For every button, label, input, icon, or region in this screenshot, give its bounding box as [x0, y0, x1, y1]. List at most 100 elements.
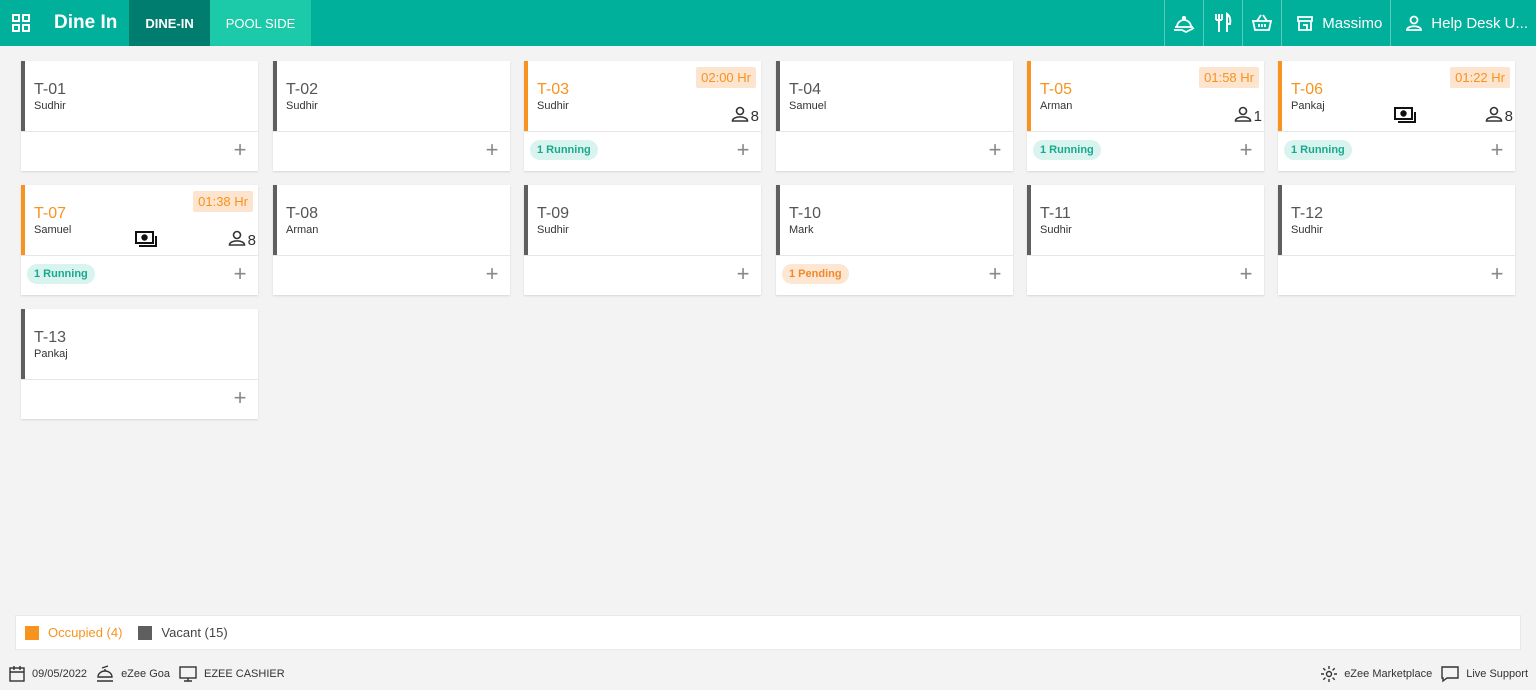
date-label: 09/05/2022: [32, 668, 88, 680]
legend-vacant-label: Vacant (15): [161, 625, 228, 640]
table-card-t06[interactable]: T-06 Pankaj 01:22 Hr 8 1 Running +: [1278, 61, 1515, 171]
waiter-name: Mark: [789, 224, 814, 236]
user-menu[interactable]: Help Desk U...: [1390, 0, 1536, 46]
table-name: T-07: [34, 205, 67, 222]
cutlery-button[interactable]: [1203, 0, 1242, 46]
table-status-bar: [776, 185, 780, 255]
user-icon: [1485, 106, 1505, 126]
table-status-bar: [273, 185, 277, 255]
table-status-bar: [21, 309, 25, 379]
card-divider: [524, 255, 761, 256]
waiter-name: Sudhir: [537, 100, 569, 112]
table-status-bar: [524, 61, 528, 131]
live-support-link[interactable]: Live Support: [1440, 665, 1528, 683]
card-divider: [1027, 255, 1264, 256]
add-order-button[interactable]: +: [987, 263, 1003, 285]
table-name: T-02: [286, 81, 319, 98]
table-status-bar: [776, 61, 780, 131]
order-status-badge[interactable]: 1 Running: [1033, 140, 1101, 160]
marketplace-label: eZee Marketplace: [1344, 668, 1433, 680]
basket-button[interactable]: [1242, 0, 1281, 46]
legend-vacant[interactable]: Vacant (15): [138, 625, 228, 640]
user-icon: [1406, 15, 1423, 31]
table-card-t04[interactable]: T-04 Samuel +: [776, 61, 1013, 171]
add-order-button[interactable]: +: [735, 139, 751, 161]
footer-date: 09/05/2022: [8, 665, 87, 683]
occupancy-timer: 01:22 Hr: [1450, 67, 1510, 88]
table-card-t11[interactable]: T-11 Sudhir +: [1027, 185, 1264, 295]
order-status-badge[interactable]: 1 Running: [530, 140, 598, 160]
table-status-bar: [21, 185, 25, 255]
table-card-t02[interactable]: T-02 Sudhir +: [273, 61, 510, 171]
add-order-button[interactable]: +: [232, 139, 248, 161]
table-name: T-12: [1291, 205, 1324, 222]
tab-dine-in[interactable]: DINE-IN: [129, 0, 210, 46]
guest-count-value: 1: [1253, 107, 1262, 125]
table-name: T-03: [537, 81, 570, 98]
add-order-button[interactable]: +: [232, 387, 248, 409]
table-card-t08[interactable]: T-08 Arman +: [273, 185, 510, 295]
outlet-selector[interactable]: Massimo: [1281, 0, 1390, 46]
grid-menu-icon[interactable]: [0, 0, 42, 46]
guest-count: 1: [1234, 106, 1262, 126]
waiter-name: Samuel: [789, 100, 827, 112]
order-status-badge[interactable]: 1 Running: [1284, 140, 1352, 160]
table-card-t12[interactable]: T-12 Sudhir +: [1278, 185, 1515, 295]
footer-property: eZee Goa: [95, 665, 170, 683]
user-name: Help Desk U...: [1431, 14, 1528, 32]
table-status-bar: [1278, 185, 1282, 255]
basket-icon: [1252, 14, 1273, 31]
legend-occupied[interactable]: Occupied (4): [25, 625, 122, 640]
serving-dish-icon: [1174, 15, 1195, 34]
order-status-badge[interactable]: 1 Running: [27, 264, 95, 284]
table-card-t13[interactable]: T-13 Pankaj +: [21, 309, 258, 419]
table-card-t07[interactable]: T-07 Samuel 01:38 Hr 8 1 Running +: [21, 185, 258, 295]
table-card-t03[interactable]: T-03 Sudhir 02:00 Hr 8 1 Running +: [524, 61, 761, 171]
add-order-button[interactable]: +: [484, 263, 500, 285]
add-order-button[interactable]: +: [987, 139, 1003, 161]
serving-dish-button[interactable]: [1164, 0, 1203, 46]
waiter-name: Pankaj: [1291, 100, 1325, 112]
table-name: T-04: [789, 81, 822, 98]
add-order-button[interactable]: +: [735, 263, 751, 285]
card-divider: [21, 255, 258, 256]
tab-pool-side[interactable]: POOL SIDE: [209, 0, 312, 46]
add-order-button[interactable]: +: [1489, 139, 1505, 161]
waiter-name: Pankaj: [34, 348, 68, 360]
table-name: T-10: [789, 205, 822, 222]
waiter-name: Sudhir: [1040, 224, 1072, 236]
monitor-icon: [179, 666, 197, 682]
card-divider: [1278, 255, 1515, 256]
property-label: eZee Goa: [121, 668, 170, 680]
table-status-bar: [524, 185, 528, 255]
table-card-t01[interactable]: T-01 Sudhir +: [21, 61, 258, 171]
guest-count: 8: [731, 106, 759, 126]
cash-icon: [1394, 107, 1416, 128]
table-name: T-11: [1040, 205, 1071, 222]
table-card-t05[interactable]: T-05 Arman 01:58 Hr 1 1 Running +: [1027, 61, 1264, 171]
guest-count-value: 8: [247, 231, 256, 249]
table-card-t09[interactable]: T-09 Sudhir +: [524, 185, 761, 295]
add-order-button[interactable]: +: [1238, 263, 1254, 285]
order-status-badge[interactable]: 1 Pending: [782, 264, 849, 284]
add-order-button[interactable]: +: [1489, 263, 1505, 285]
waiter-name: Samuel: [34, 224, 72, 236]
table-status-bar: [21, 61, 25, 131]
outlet-name: Massimo: [1322, 14, 1383, 32]
table-status-bar: [1027, 185, 1031, 255]
table-name: T-01: [34, 81, 67, 98]
header-spacer: [311, 0, 1164, 46]
add-order-button[interactable]: +: [484, 139, 500, 161]
waiter-name: Arman: [1040, 100, 1073, 112]
top-bar: Dine In DINE-IN POOL SIDE Massimo Help D…: [0, 0, 1536, 46]
add-order-button[interactable]: +: [232, 263, 248, 285]
add-order-button[interactable]: +: [1238, 139, 1254, 161]
marketplace-link[interactable]: eZee Marketplace: [1320, 665, 1432, 683]
table-name: T-13: [34, 329, 67, 346]
legend-occupied-label: Occupied (4): [48, 625, 123, 640]
table-card-t10[interactable]: T-10 Mark 1 Pending +: [776, 185, 1013, 295]
table-status-bar: [1278, 61, 1282, 131]
table-status-bar: [1027, 61, 1031, 131]
chat-icon: [1441, 666, 1459, 683]
waiter-name: Sudhir: [1291, 224, 1323, 236]
